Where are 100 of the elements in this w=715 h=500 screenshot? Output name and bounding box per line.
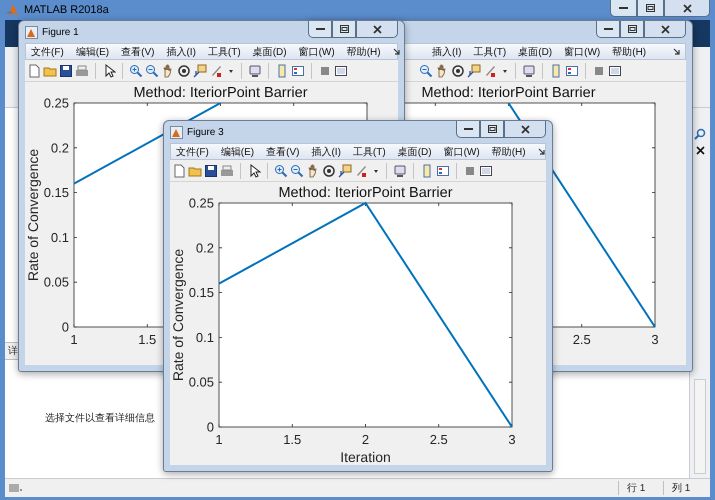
tick-label: 0 bbox=[62, 320, 69, 334]
tick-label: 0.1 bbox=[50, 230, 69, 245]
status-text: 行 1 bbox=[618, 481, 663, 495]
menu-item[interactable]: 编辑(E) bbox=[220, 144, 254, 158]
brush-icon[interactable] bbox=[209, 64, 223, 78]
scrollbar[interactable] bbox=[694, 379, 706, 474]
data-cursor-icon[interactable] bbox=[338, 164, 352, 178]
minimize-icon bbox=[619, 6, 628, 10]
legend-icon[interactable] bbox=[436, 164, 450, 178]
tick-label: 2.5 bbox=[430, 432, 448, 447]
tick-label: 0.1 bbox=[196, 330, 214, 345]
tick-label: 3 bbox=[651, 332, 659, 347]
close-icon bbox=[660, 24, 670, 34]
minimize-button[interactable] bbox=[596, 21, 620, 38]
data-cursor-icon[interactable] bbox=[193, 64, 207, 78]
brush-icon[interactable] bbox=[483, 64, 497, 78]
axis-label: Iteration bbox=[340, 449, 391, 465]
zoom-out-icon[interactable] bbox=[145, 64, 159, 78]
menu-item[interactable]: 帮助(H) bbox=[492, 144, 526, 158]
window-icon[interactable] bbox=[334, 64, 348, 78]
menu-item[interactable]: 窗口(W) bbox=[444, 144, 480, 158]
close-icon[interactable] bbox=[696, 146, 704, 155]
tick-label: 1 bbox=[70, 332, 78, 347]
details-message: 选择文件以查看详细信息 bbox=[45, 413, 155, 424]
restore-icon bbox=[340, 25, 348, 33]
minimize-button[interactable] bbox=[308, 21, 332, 38]
minimize-button[interactable] bbox=[456, 121, 480, 138]
zoom-out-icon[interactable] bbox=[419, 64, 433, 78]
menu-item[interactable]: 查看(V) bbox=[266, 144, 300, 158]
close-icon bbox=[682, 4, 692, 12]
menu-item[interactable]: 工具(T) bbox=[352, 144, 386, 158]
data-cursor-icon[interactable] bbox=[467, 64, 481, 78]
close-icon bbox=[520, 124, 530, 134]
tick-label: 2.5 bbox=[572, 332, 591, 347]
tick-label: 0.05 bbox=[188, 374, 214, 390]
tick-label: 0.25 bbox=[188, 196, 214, 210]
window-icon[interactable] bbox=[608, 64, 622, 78]
zoom-in-icon[interactable] bbox=[129, 64, 143, 78]
matlab-logo-icon bbox=[5, 3, 19, 17]
axis-label: Rate of Convergence bbox=[170, 248, 186, 382]
minimize-icon bbox=[464, 127, 472, 131]
tick-label: 1.5 bbox=[283, 432, 302, 447]
menu-item[interactable]: 桌面(D) bbox=[252, 44, 287, 58]
grip-icon[interactable] bbox=[9, 483, 23, 493]
maximize-button[interactable] bbox=[620, 21, 644, 38]
zoom-out-icon[interactable] bbox=[290, 164, 304, 178]
panel-tab[interactable]: 详 bbox=[8, 344, 18, 358]
restore-icon bbox=[646, 4, 655, 12]
tick-label: 2 bbox=[362, 432, 370, 447]
dock-icon[interactable] bbox=[538, 148, 546, 156]
close-button[interactable] bbox=[356, 21, 398, 38]
tick-label: 0.2 bbox=[196, 240, 214, 256]
legend-icon[interactable] bbox=[565, 64, 579, 78]
menu-item[interactable]: 查看(V) bbox=[121, 44, 154, 58]
menu-item[interactable]: 桌面(D) bbox=[398, 144, 432, 158]
restore-icon bbox=[488, 125, 496, 133]
save-icon[interactable] bbox=[204, 164, 218, 178]
tick-label: 0.25 bbox=[44, 96, 69, 110]
dock-icon[interactable] bbox=[392, 48, 401, 56]
figure-icon bbox=[25, 26, 38, 38]
minimize-icon bbox=[604, 27, 612, 31]
window-icon[interactable] bbox=[479, 164, 493, 178]
tick-label: 1.5 bbox=[138, 332, 156, 347]
save-icon[interactable] bbox=[59, 64, 73, 78]
brush-icon[interactable] bbox=[354, 164, 368, 178]
maximize-button[interactable] bbox=[480, 121, 504, 138]
dock-icon[interactable] bbox=[673, 48, 681, 56]
status-text: 列 1 bbox=[663, 481, 710, 495]
close-button[interactable] bbox=[504, 121, 546, 138]
minimize-button[interactable] bbox=[610, 0, 637, 17]
new-file-icon[interactable] bbox=[27, 64, 41, 78]
legend-icon[interactable] bbox=[291, 64, 305, 78]
close-button[interactable] bbox=[644, 21, 686, 38]
minimize-icon bbox=[316, 27, 324, 31]
menu-item[interactable]: 窗口(W) bbox=[298, 44, 335, 58]
window-title: Figure 3 bbox=[187, 126, 224, 138]
axis-label: Rate of Convergence bbox=[25, 148, 41, 282]
tick-label: 3 bbox=[508, 432, 516, 447]
menu-item[interactable]: 插入(I) bbox=[432, 44, 462, 58]
maximize-button[interactable] bbox=[637, 0, 664, 17]
menu-item[interactable]: 帮助(H) bbox=[346, 44, 381, 58]
search-icon[interactable] bbox=[694, 128, 706, 140]
menu-item[interactable]: 帮助(H) bbox=[612, 44, 646, 58]
new-file-icon[interactable] bbox=[172, 164, 186, 178]
restore-icon bbox=[628, 25, 636, 33]
menu-item[interactable]: 文件(F) bbox=[31, 44, 64, 58]
menu-item[interactable]: 编辑(E) bbox=[76, 44, 110, 58]
menu-item[interactable]: 插入(I) bbox=[166, 44, 196, 58]
menu-item[interactable]: 插入(I) bbox=[311, 144, 341, 158]
close-button[interactable] bbox=[664, 0, 710, 17]
menu-item[interactable]: 工具(T) bbox=[473, 44, 506, 58]
menu-item[interactable]: 工具(T) bbox=[208, 44, 241, 58]
zoom-in-icon[interactable] bbox=[274, 164, 288, 178]
tick-label: 0.15 bbox=[44, 185, 69, 200]
menu-item[interactable]: 桌面(D) bbox=[518, 44, 552, 58]
menu-item[interactable]: 文件(F) bbox=[176, 144, 209, 158]
menu-item[interactable]: 窗口(W) bbox=[564, 44, 600, 58]
close-icon bbox=[372, 24, 382, 34]
chart-title: Method: IteriorPoint Barrier bbox=[278, 185, 453, 201]
maximize-button[interactable] bbox=[332, 21, 356, 38]
